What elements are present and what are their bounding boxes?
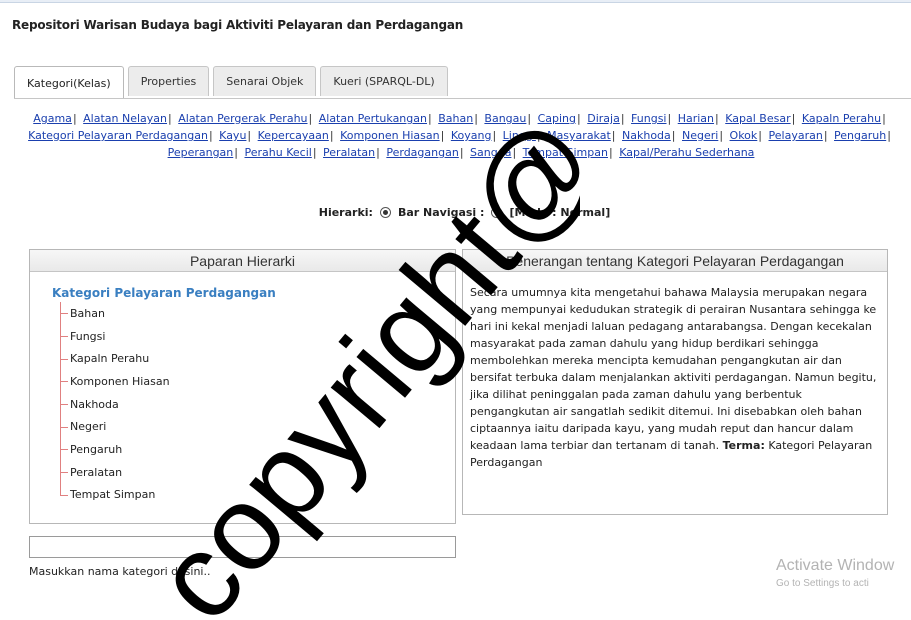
tab-kategori[interactable]: Kategori(Kelas) [14, 66, 124, 99]
link-separator: | [620, 112, 625, 125]
link-separator: | [719, 129, 724, 142]
link-separator: | [376, 146, 380, 159]
app-title: Repositori Warisan Budaya bagi Aktiviti … [12, 18, 464, 32]
category-link[interactable]: Okok [730, 129, 758, 142]
activate-windows-watermark: Activate Window Go to Settings to acti [776, 557, 894, 589]
tree-node[interactable]: Fungsi [60, 325, 170, 348]
hierarki-selector: Hierarki: Bar Navigasi : [Mode : Normal] [0, 206, 911, 219]
term-label: Terma: [722, 439, 765, 452]
link-separator: | [715, 112, 719, 125]
link-separator: | [608, 146, 613, 159]
link-separator: | [234, 146, 238, 159]
link-separator: | [758, 129, 763, 142]
bar-navigasi-label: Bar Navigasi : [397, 206, 485, 219]
link-separator: | [312, 146, 317, 159]
description-panel-title: Penerangan tentang Kategori Pelayaran Pe… [463, 250, 887, 272]
category-link[interactable]: Agama [33, 112, 72, 125]
category-link[interactable]: Alatan Pergerak Perahu [178, 112, 307, 125]
category-link[interactable]: Kapaln Perahu [802, 112, 881, 125]
description-text: Secara umumnya kita mengetahui bahawa Ma… [470, 284, 882, 471]
watermark-line2: Go to Settings to acti [776, 578, 869, 589]
hierarchy-panel-title: Paparan Hierarki [30, 250, 455, 272]
category-link[interactable]: Kategori Pelayaran Perdagangan [28, 129, 208, 142]
category-link[interactable]: Pengaruh [834, 129, 886, 142]
radio-bar-navigasi[interactable] [379, 207, 391, 218]
hierarchy-panel: Paparan Hierarki Kategori Pelayaran Perd… [29, 249, 456, 524]
link-separator: | [611, 129, 616, 142]
category-link[interactable]: Negeri [682, 129, 718, 142]
category-link[interactable]: Bahan [438, 112, 473, 125]
tree-root-node[interactable]: Kategori Pelayaran Perdagangan [52, 286, 276, 300]
link-separator: | [823, 129, 828, 142]
tree-node[interactable]: Komponen Hiasan [60, 370, 170, 393]
category-link[interactable]: Kapal Besar [725, 112, 790, 125]
link-separator: | [72, 112, 77, 125]
category-link[interactable]: Bangau [484, 112, 526, 125]
tab-divider [14, 98, 911, 99]
window-top-border [0, 0, 911, 3]
watermark-line1: Activate Window [776, 557, 895, 574]
category-link[interactable]: Masyarakat [547, 129, 611, 142]
link-separator: | [536, 129, 541, 142]
category-link[interactable]: Linggi [503, 129, 536, 142]
tree-node[interactable]: Bahan [60, 302, 170, 325]
tree-node[interactable]: Peralatan [60, 461, 170, 484]
link-separator: | [527, 112, 532, 125]
link-separator: | [791, 112, 796, 125]
link-separator: | [247, 129, 252, 142]
tree-node[interactable]: Tempat Simpan [60, 484, 170, 507]
category-name-input[interactable] [29, 536, 456, 558]
link-separator: | [667, 112, 672, 125]
link-separator: | [882, 112, 886, 125]
link-separator: | [577, 112, 581, 125]
tree-node[interactable]: Kapaln Perahu [60, 347, 170, 370]
category-link[interactable]: Nakhoda [622, 129, 671, 142]
category-link[interactable]: Koyang [451, 129, 492, 142]
category-link[interactable]: Sangga [470, 146, 511, 159]
link-separator: | [168, 112, 172, 125]
link-separator: | [887, 129, 891, 142]
category-link[interactable]: Kapal/Perahu Sederhana [619, 146, 754, 159]
category-link[interactable]: Komponen Hiasan [340, 129, 440, 142]
category-link[interactable]: Pelayaran [769, 129, 823, 142]
category-link[interactable]: Kepercayaan [258, 129, 329, 142]
description-body: Secara umumnya kita mengetahui bahawa Ma… [470, 286, 877, 452]
link-separator: | [512, 146, 517, 159]
link-separator: | [440, 129, 445, 142]
link-separator: | [671, 129, 676, 142]
tree-node[interactable]: Pengaruh [60, 438, 170, 461]
link-separator: | [459, 146, 464, 159]
category-link[interactable]: Peralatan [323, 146, 375, 159]
category-link[interactable]: Caping [538, 112, 576, 125]
tree-node[interactable]: Negeri [60, 415, 170, 438]
category-link[interactable]: Kayu [219, 129, 246, 142]
link-separator: | [208, 129, 213, 142]
mode-normal-label: [Mode : Normal] [509, 206, 611, 219]
link-separator: | [474, 112, 478, 125]
hierarki-label: Hierarki: [318, 206, 373, 219]
category-link[interactable]: Perdagangan [386, 146, 458, 159]
input-hint: Masukkan nama kategori di sini.. [29, 565, 211, 578]
category-link[interactable]: Peperangan [168, 146, 234, 159]
link-separator: | [308, 112, 313, 125]
link-separator: | [329, 129, 334, 142]
radio-mode-normal[interactable] [491, 207, 503, 218]
link-separator: | [492, 129, 497, 142]
category-link[interactable]: Diraja [587, 112, 620, 125]
category-links: Agama| Alatan Nelayan| Alatan Pergerak P… [28, 110, 894, 161]
category-link[interactable]: Fungsi [631, 112, 666, 125]
tab-bar: Kategori(Kelas) Properties Senarai Objek… [14, 66, 448, 99]
category-link[interactable]: Tempat Simpan [523, 146, 608, 159]
category-link[interactable]: Perahu Kecil [245, 146, 312, 159]
tree-children: Bahan Fungsi Kapaln Perahu Komponen Hiasan N… [60, 302, 170, 506]
description-panel: Penerangan tentang Kategori Pelayaran Pe… [462, 249, 888, 515]
category-link[interactable]: Harian [678, 112, 714, 125]
tab-properties[interactable]: Properties [127, 66, 210, 96]
tree-node[interactable]: Nakhoda [60, 393, 170, 416]
link-separator: | [427, 112, 432, 125]
tab-kueri[interactable]: Kueri (SPARQL-DL) [320, 66, 448, 96]
tab-senarai-objek[interactable]: Senarai Objek [213, 66, 317, 96]
category-link[interactable]: Alatan Nelayan [83, 112, 167, 125]
category-link[interactable]: Alatan Pertukangan [319, 112, 427, 125]
